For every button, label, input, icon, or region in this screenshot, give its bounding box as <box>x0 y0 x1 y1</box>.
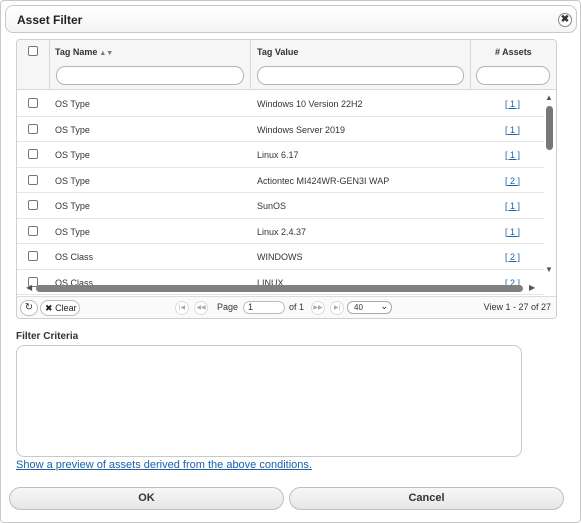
grid-header: Tag Name ▲▼ Tag Value # Assets <box>17 40 556 90</box>
tag-value-cell: Actiontec MI424WR-GEN3I WAP <box>257 175 390 186</box>
tag-value-cell: Windows Server 2019 <box>257 124 346 135</box>
scroll-up-icon[interactable]: ▲ <box>545 93 553 102</box>
horizontal-scrollbar[interactable]: ◀ ▶ <box>26 283 538 293</box>
table-row[interactable]: OS Type Actiontec MI424WR-GEN3I WAP [ 2 … <box>17 168 544 193</box>
clear-button[interactable]: ✖ Clear <box>40 300 80 316</box>
scroll-right-icon[interactable]: ▶ <box>529 283 535 292</box>
assets-filter-input[interactable] <box>476 66 550 85</box>
refresh-icon[interactable]: ↻ <box>20 300 38 316</box>
row-checkbox[interactable] <box>28 225 38 236</box>
clear-icon: ✖ <box>45 303 53 313</box>
table-row[interactable]: OS Type SunOS [ 1 ] <box>17 193 544 219</box>
assets-column: # Assets <box>471 40 556 90</box>
tag-value-cell: Windows 10 Version 22H2 <box>257 99 363 109</box>
tag-name-cell: OS Type <box>55 124 90 135</box>
table-row[interactable]: OS Type Windows 10 Version 22H2 [ 1 ] <box>17 91 544 117</box>
rows-per-page-value: 40 <box>354 303 363 312</box>
next-page-icon[interactable]: ▶▶ <box>311 301 325 315</box>
ok-button[interactable]: OK <box>9 487 284 510</box>
page-number-input[interactable]: 1 <box>243 301 285 314</box>
table-row[interactable]: OS Class WINDOWS [ 2 ] <box>17 244 544 270</box>
tag-name-cell: OS Type <box>55 175 90 186</box>
rows-per-page-select[interactable]: 40 ⌄ <box>347 301 392 314</box>
tag-value-cell: WINDOWS <box>257 252 303 262</box>
row-checkbox[interactable] <box>28 174 38 185</box>
tag-name-cell: OS Type <box>55 150 90 160</box>
tag-value-cell: Linux 2.4.37 <box>257 226 307 237</box>
tag-value-cell: Linux 6.17 <box>257 150 299 160</box>
scroll-left-icon[interactable]: ◀ <box>26 283 32 292</box>
row-checkbox[interactable] <box>28 200 38 210</box>
asset-filter-dialog: Asset Filter ✖ Tag Name ▲▼ Tag Value # As… <box>0 0 581 523</box>
first-page-icon[interactable]: |◀ <box>175 301 189 315</box>
horizontal-scroll-thumb[interactable] <box>36 285 523 292</box>
assets-header[interactable]: # Assets <box>495 47 532 57</box>
vertical-scrollbar[interactable]: ▲ ▼ <box>544 91 556 318</box>
sort-icon: ▲▼ <box>99 50 114 57</box>
tag-value-column: Tag Value <box>251 40 471 90</box>
asset-tag-grid: Tag Name ▲▼ Tag Value # Assets OS Type Wi… <box>16 39 557 319</box>
last-page-icon[interactable]: ▶| <box>330 301 344 315</box>
tag-name-filter-input[interactable] <box>56 66 244 85</box>
cancel-button[interactable]: Cancel <box>289 487 564 510</box>
select-all-cell <box>17 40 50 90</box>
tag-name-label: Tag Name <box>55 47 98 57</box>
filter-criteria-box[interactable] <box>16 345 522 457</box>
close-icon[interactable]: ✖ <box>558 13 572 27</box>
tag-name-column: Tag Name ▲▼ <box>50 40 251 90</box>
grid-pager: ↻ ✖ Clear |◀ ◀◀ Page 1 of 1 ▶▶ ▶| 40 ⌄ V… <box>17 296 556 318</box>
assets-count-link[interactable]: [ 1 ] <box>505 227 520 237</box>
chevron-down-icon: ⌄ <box>380 301 388 311</box>
dialog-titlebar: Asset Filter ✖ <box>5 5 577 33</box>
tag-name-cell: OS Type <box>55 226 90 237</box>
assets-count-link[interactable]: [ 1 ] <box>505 99 520 109</box>
row-checkbox[interactable] <box>28 251 38 261</box>
view-range-label: View 1 - 27 of 27 <box>483 302 551 312</box>
tag-name-header[interactable]: Tag Name ▲▼ <box>55 47 113 57</box>
row-checkbox[interactable] <box>28 98 38 108</box>
assets-count-link[interactable]: [ 2 ] <box>505 252 520 262</box>
tag-value-cell: SunOS <box>257 201 287 211</box>
preview-assets-link[interactable]: Show a preview of assets derived from th… <box>16 459 312 471</box>
prev-page-icon[interactable]: ◀◀ <box>194 301 208 315</box>
tag-value-header[interactable]: Tag Value <box>257 47 298 57</box>
assets-count-link[interactable]: [ 1 ] <box>505 125 520 135</box>
filter-criteria-label: Filter Criteria <box>16 331 79 342</box>
page-label: Page <box>217 302 239 312</box>
assets-count-link[interactable]: [ 1 ] <box>505 201 520 211</box>
row-checkbox[interactable] <box>28 149 38 159</box>
tag-name-cell: OS Type <box>55 99 90 109</box>
vertical-scroll-thumb[interactable] <box>546 106 553 150</box>
page-count-label: of 1 <box>289 302 305 312</box>
table-row[interactable]: OS Type Linux 6.17 [ 1 ] <box>17 142 544 168</box>
assets-count-link[interactable]: [ 1 ] <box>505 150 520 160</box>
table-row[interactable]: OS Type Linux 2.4.37 [ 1 ] <box>17 219 544 244</box>
select-all-checkbox[interactable] <box>28 46 38 56</box>
clear-label: Clear <box>55 303 77 313</box>
dialog-title: Asset Filter <box>17 13 83 27</box>
tag-name-cell: OS Type <box>55 201 90 211</box>
tag-value-filter-input[interactable] <box>257 66 464 85</box>
row-checkbox[interactable] <box>28 123 38 134</box>
tag-name-cell: OS Class <box>55 252 94 262</box>
assets-count-link[interactable]: [ 2 ] <box>505 176 520 186</box>
scroll-down-icon[interactable]: ▼ <box>545 265 553 274</box>
table-row[interactable]: OS Type Windows Server 2019 [ 1 ] <box>17 117 544 142</box>
